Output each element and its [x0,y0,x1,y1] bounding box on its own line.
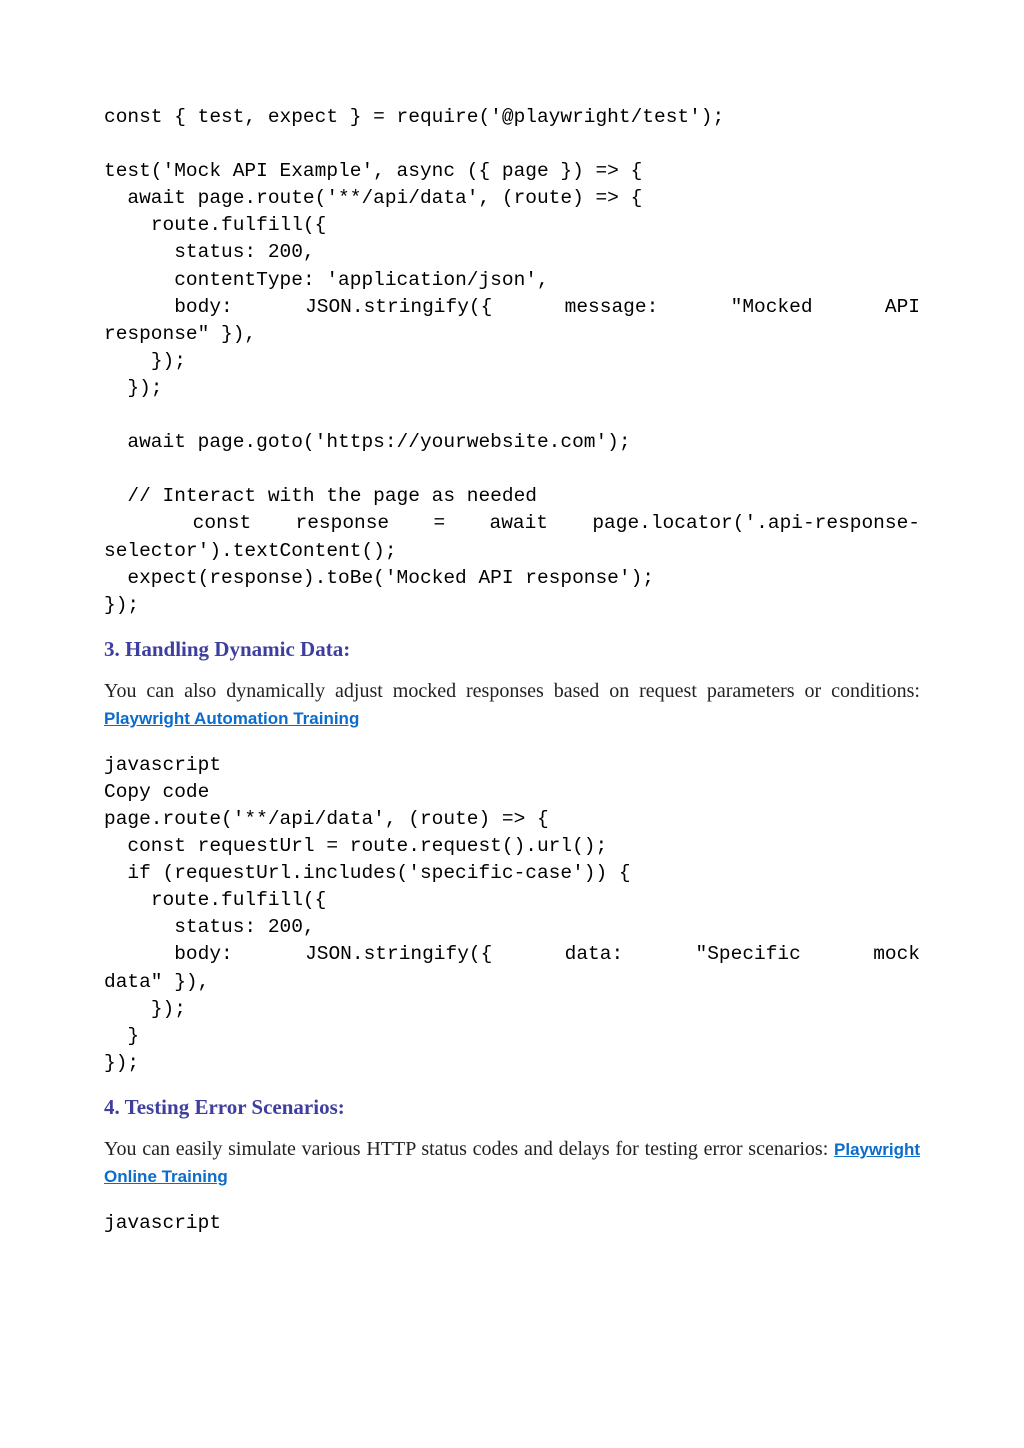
section-3-heading: 3. Handling Dynamic Data: [104,637,920,662]
code-token: "Mocked [731,294,813,321]
code-line: test('Mock API Example', async ({ page }… [104,160,642,182]
code-block-3: javascript [104,1210,920,1237]
section-3-paragraph: You can also dynamically adjust mocked r… [104,678,920,732]
code-token: API [885,294,920,321]
code-line: route.fulfill({ [104,214,326,236]
code-token: JSON.stringify({ [305,941,492,968]
code-token: mock [873,941,920,968]
section-4-heading: 4. Testing Error Scenarios: [104,1095,920,1120]
playwright-automation-training-link[interactable]: Playwright Automation Training [104,709,359,728]
code-block-2: javascript Copy code page.route('**/api/… [104,752,920,1077]
code-line: // Interact with the page as needed [104,485,537,507]
code-token: message: [565,294,659,321]
code-line: response" }), [104,323,256,345]
code-token: body: [174,943,233,965]
code-line: javascript [104,1212,221,1234]
code-line: await page.route('**/api/data', (route) … [104,187,642,209]
code-line: }); [104,350,186,372]
code-line: }); [104,998,186,1020]
code-line: const requestUrl = route.request().url()… [104,835,607,857]
code-line: if (requestUrl.includes('specific-case')… [104,862,631,884]
code-line: const { test, expect } = require('@playw… [104,106,724,128]
code-token: data: [565,941,624,968]
code-line: javascript [104,754,221,776]
paragraph-text: You can also dynamically adjust mocked r… [104,680,920,702]
code-line: selector').textContent(); [104,540,397,562]
code-line: status: 200, [104,241,315,263]
paragraph-text: You can easily simulate various HTTP sta… [104,1138,834,1160]
code-line: }); [104,377,163,399]
code-block-1: const { test, expect } = require('@playw… [104,104,920,619]
code-line: } [104,1025,139,1047]
code-token: body: [174,296,233,318]
code-line: }); [104,594,139,616]
code-line: route.fulfill({ [104,889,326,911]
code-line: status: 200, [104,916,315,938]
code-line: page.route('**/api/data', (route) => { [104,808,549,830]
code-token: JSON.stringify({ [305,294,492,321]
code-line: expect(response).toBe('Mocked API respon… [104,567,654,589]
code-line: Copy code [104,781,209,803]
code-line: contentType: 'application/json', [104,269,549,291]
section-4-paragraph: You can easily simulate various HTTP sta… [104,1136,920,1190]
code-line: data" }), [104,971,209,993]
code-line: await page.goto('https://yourwebsite.com… [104,431,631,453]
code-token: "Specific [696,941,801,968]
code-line: }); [104,1052,139,1074]
code-line: const response = await page.locator('.ap… [104,512,920,534]
